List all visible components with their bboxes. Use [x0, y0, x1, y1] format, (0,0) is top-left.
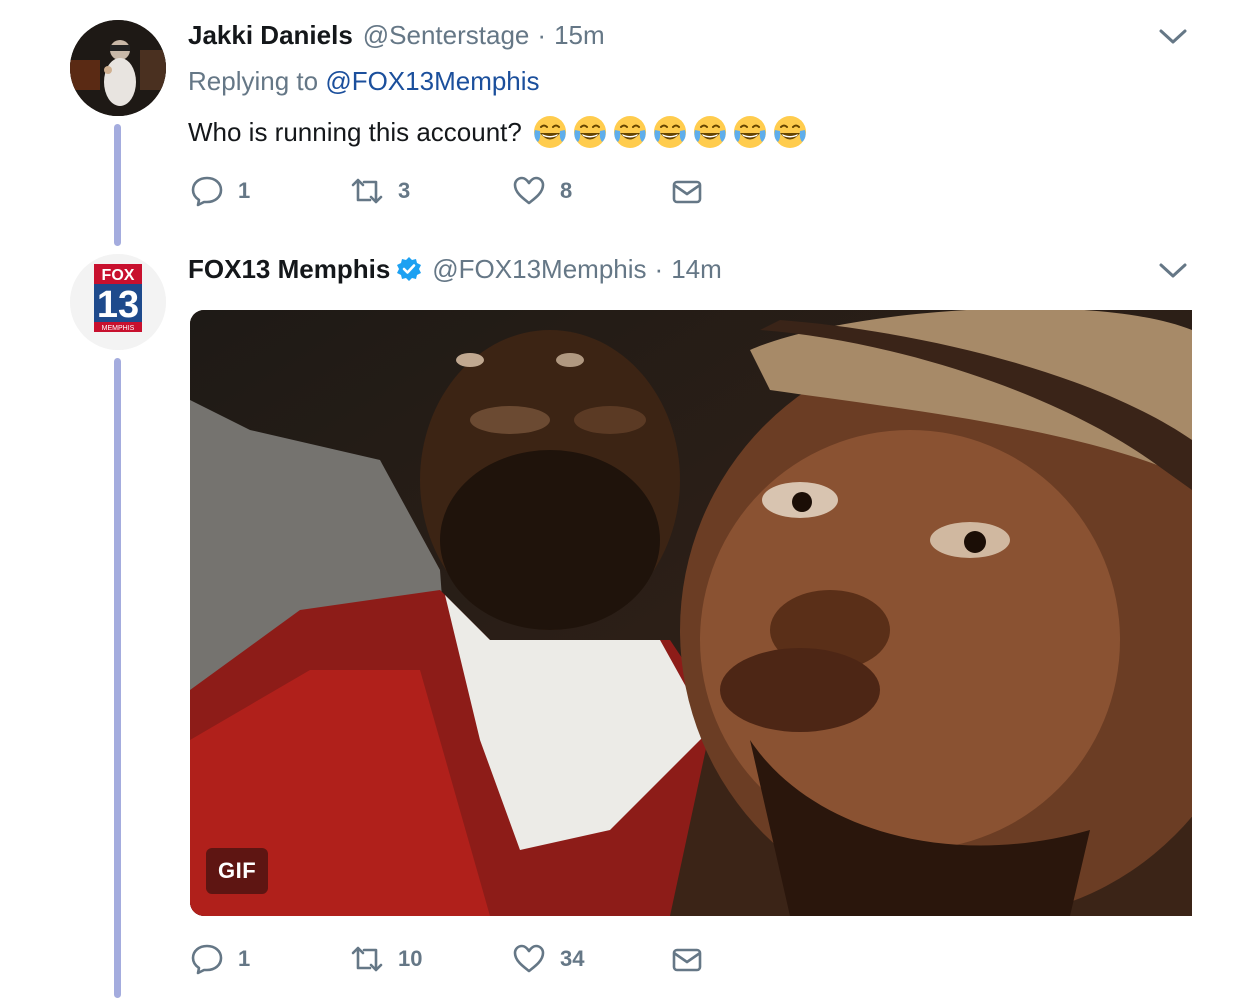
fox13-logo: FOX 13 MEMPHIS: [70, 254, 166, 350]
replying-prefix: Replying to: [188, 66, 319, 96]
gif-badge: GIF: [206, 848, 269, 894]
display-name[interactable]: FOX13 Memphis: [188, 254, 390, 285]
retweet-count: 10: [398, 946, 423, 971]
user-handle[interactable]: @Senterstage: [363, 20, 530, 51]
direct-message-action[interactable]: [670, 174, 704, 208]
separator-dot: ·: [537, 19, 547, 50]
heart-icon: [513, 944, 545, 973]
display-name[interactable]: Jakki Daniels: [188, 20, 353, 51]
logo-bottom-text: MEMPHIS: [102, 325, 135, 332]
envelope-icon: [672, 180, 702, 204]
replying-to: Replying to @FOX13Memphis: [188, 66, 540, 97]
tweet-actions: 1 10 34: [190, 942, 750, 982]
retweet-count: 3: [398, 178, 411, 203]
reply-count: 1: [238, 946, 251, 971]
tweet-header: Jakki Daniels @Senterstage · 15m: [188, 18, 605, 52]
separator-dot: ·: [654, 253, 664, 284]
direct-message-action[interactable]: [670, 942, 704, 976]
envelope-icon: [672, 948, 702, 972]
reply-count: 1: [238, 178, 251, 203]
gif-image: [190, 310, 1192, 916]
tweet-body: Who is running this account?: [188, 116, 522, 147]
timestamp[interactable]: 14m: [671, 254, 722, 285]
logo-number-text: 13: [97, 284, 139, 326]
avatar[interactable]: FOX 13 MEMPHIS: [70, 254, 166, 350]
chevron-down-icon[interactable]: [1158, 28, 1188, 46]
face-with-tears-of-joy-icon: [773, 116, 806, 148]
face-with-tears-of-joy-icon: [733, 116, 766, 148]
face-with-tears-of-joy-icon: [613, 116, 646, 148]
emoji-row: [532, 114, 808, 150]
like-action[interactable]: 8: [512, 174, 572, 208]
avatar-photo: [70, 20, 166, 116]
reply-action[interactable]: 1: [190, 174, 250, 208]
thread-line-bottom: [114, 358, 121, 998]
face-with-tears-of-joy-icon: [653, 116, 686, 148]
gif-media[interactable]: GIF: [190, 310, 1192, 916]
retweet-icon: [351, 178, 383, 204]
reply-icon: [191, 176, 223, 207]
tweet-header: FOX13 Memphis @FOX13Memphis · 14m: [188, 252, 722, 286]
retweet-action[interactable]: 3: [350, 174, 410, 208]
tweet-actions: 1 3 8: [190, 174, 750, 214]
verified-badge-icon: [397, 257, 422, 281]
tweet-text: Who is running this account?: [188, 110, 808, 154]
face-with-tears-of-joy-icon: [533, 116, 566, 148]
user-handle[interactable]: @FOX13Memphis: [432, 254, 646, 285]
thread-line-top: [114, 124, 121, 246]
timestamp[interactable]: 15m: [554, 20, 605, 51]
reply-action[interactable]: 1: [190, 942, 250, 976]
chevron-down-icon[interactable]: [1158, 262, 1188, 280]
replying-to-link[interactable]: @FOX13Memphis: [325, 66, 539, 96]
like-count: 8: [560, 178, 573, 203]
logo-top-text: FOX: [102, 267, 135, 284]
retweet-action[interactable]: 10: [350, 942, 422, 976]
reply-icon: [191, 944, 223, 975]
retweet-icon: [351, 946, 383, 972]
face-with-tears-of-joy-icon: [573, 116, 606, 148]
avatar[interactable]: [70, 20, 166, 116]
like-action[interactable]: 34: [512, 942, 584, 976]
face-with-tears-of-joy-icon: [693, 116, 726, 148]
heart-icon: [513, 176, 545, 205]
like-count: 34: [560, 946, 585, 971]
